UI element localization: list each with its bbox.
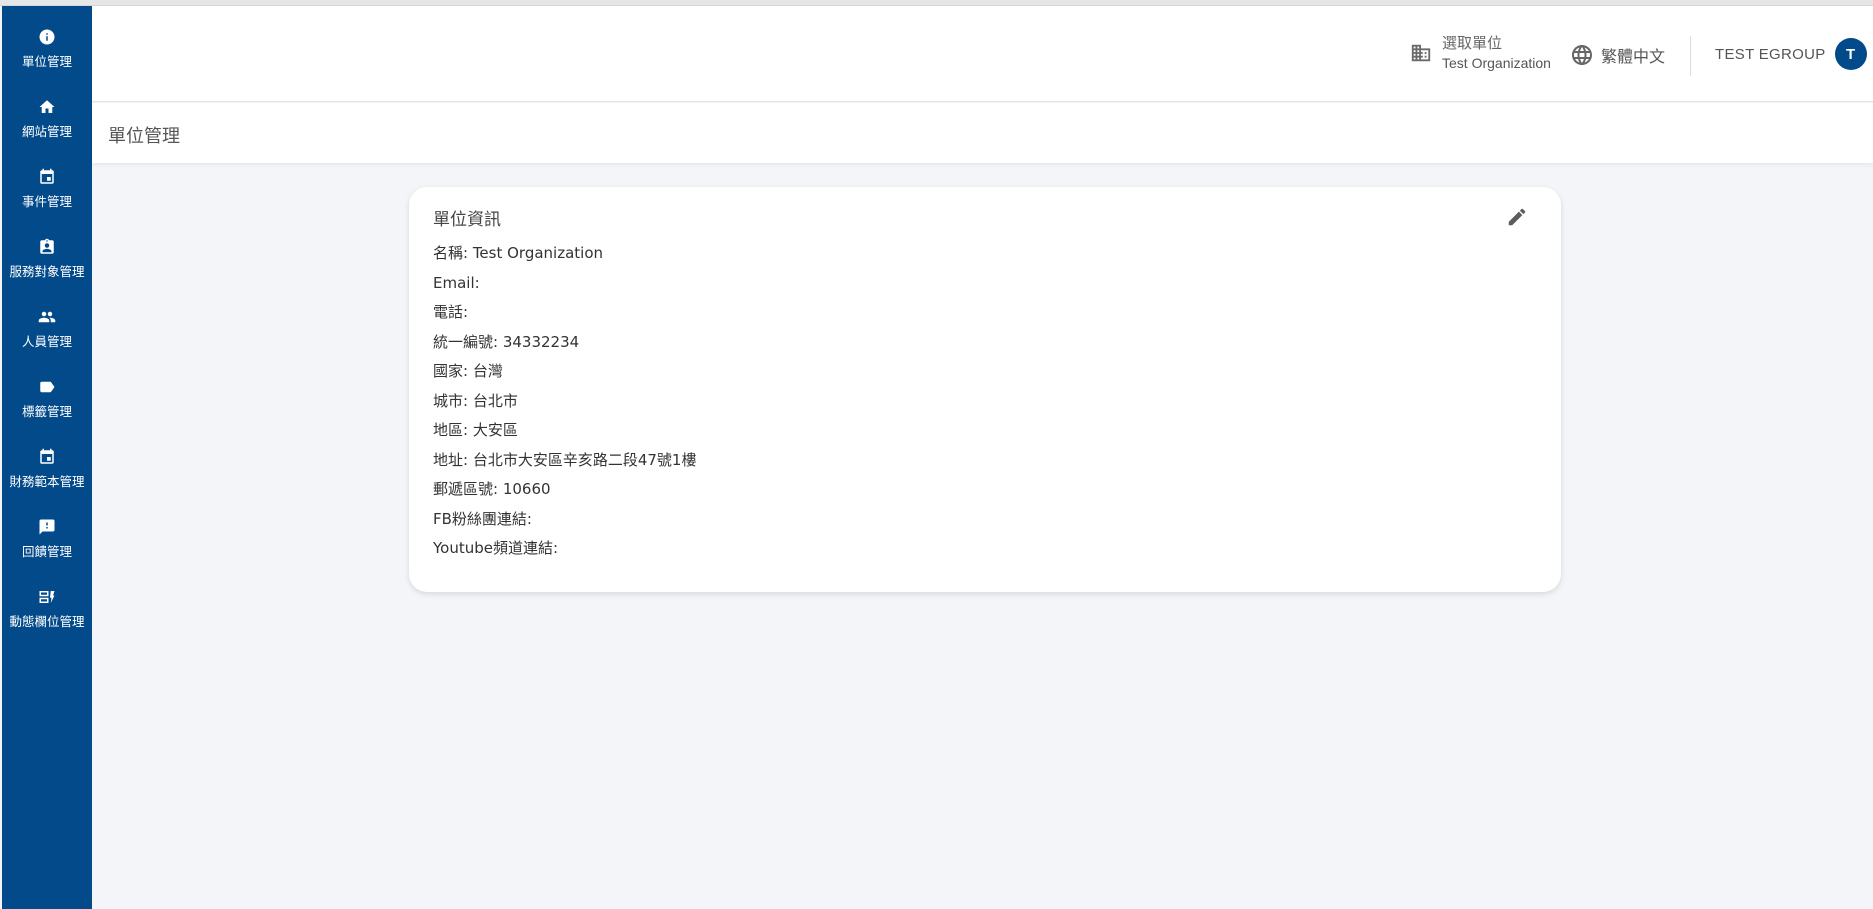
selected-organization-name: Test Organization	[1442, 55, 1551, 71]
top-header: 選取單位 Test Organization 繁體中文 TEST EGROUP …	[92, 6, 1873, 102]
info-city: 城市: 台北市	[433, 391, 518, 410]
sidebar-item-label: 事件管理	[21, 194, 72, 209]
page-header: 單位管理	[92, 103, 1873, 163]
sidebar-item-events[interactable]: 事件管理	[2, 154, 92, 224]
header-divider	[1690, 36, 1691, 76]
sidebar-item-finance-templates[interactable]: 財務範本管理	[2, 434, 92, 504]
organization-selector[interactable]: 選取單位 Test Organization	[1410, 34, 1551, 72]
sidebar: 單位管理 網站管理 事件管理 服務對象管理 人員管理 標籤管理 財務範本管理 回…	[2, 6, 92, 909]
sidebar-item-label: 動態欄位管理	[9, 614, 85, 629]
user-menu[interactable]: TEST EGROUP T	[1715, 38, 1867, 70]
language-selector[interactable]: 繁體中文	[1570, 43, 1665, 67]
info-address: 地址: 台北市大安區辛亥路二段47號1樓	[433, 450, 697, 469]
avatar[interactable]: T	[1834, 38, 1867, 70]
info-icon	[39, 29, 55, 45]
info-country: 國家: 台灣	[433, 362, 503, 380]
card-title: 單位資訊	[433, 210, 501, 230]
people-icon	[38, 311, 56, 323]
page-title: 單位管理	[108, 126, 180, 147]
sidebar-item-label: 單位管理	[21, 54, 72, 69]
info-district: 地區: 大安區	[433, 421, 518, 439]
sidebar-item-staff[interactable]: 人員管理	[2, 294, 92, 364]
info-list: 名稱: Test Organization Email: 電話: 統一編號: 3…	[433, 243, 696, 568]
globe-icon	[1572, 45, 1592, 65]
sidebar-item-organization[interactable]: 單位管理	[2, 14, 92, 84]
edit-button[interactable]	[1502, 202, 1532, 232]
sidebar-item-label: 服務對象管理	[9, 264, 85, 279]
organization-selector-label: 選取單位	[1442, 34, 1503, 52]
building-icon	[1411, 44, 1431, 62]
sidebar-item-feedback[interactable]: 回饋管理	[2, 504, 92, 574]
info-phone: 電話:	[433, 303, 469, 321]
sidebar-item-label: 財務範本管理	[9, 474, 85, 489]
sidebar-item-label: 標籤管理	[21, 404, 72, 419]
sidebar-item-service-targets[interactable]: 服務對象管理	[2, 224, 92, 294]
home-icon	[39, 100, 55, 113]
info-postal-code: 郵遞區號: 10660	[433, 480, 551, 498]
badge-icon	[40, 238, 54, 254]
info-facebook-link: FB粉絲團連結:	[433, 509, 532, 528]
sidebar-item-website[interactable]: 網站管理	[2, 84, 92, 154]
sidebar-item-label: 回饋管理	[21, 544, 72, 559]
calendar-icon	[40, 168, 54, 184]
organization-info-card: 單位資訊 名稱: Test Organization Email: 電話: 統一…	[409, 187, 1561, 592]
sidebar-item-dynamic-fields[interactable]: 動態欄位管理	[2, 574, 92, 644]
dynamic-fields-icon	[39, 591, 55, 603]
user-name: TEST EGROUP	[1715, 45, 1826, 63]
info-youtube-link: Youtube頻道連結:	[433, 539, 559, 557]
sidebar-item-label: 網站管理	[21, 124, 72, 139]
language-label: 繁體中文	[1601, 47, 1666, 66]
pencil-icon	[1508, 208, 1526, 226]
label-icon	[40, 381, 55, 393]
info-tax-id: 統一編號: 34332234	[433, 332, 580, 351]
info-email: Email:	[433, 273, 480, 292]
sidebar-item-label: 人員管理	[21, 334, 72, 349]
info-name: 名稱: Test Organization	[433, 244, 604, 262]
sidebar-item-tags[interactable]: 標籤管理	[2, 364, 92, 434]
calendar-icon	[40, 448, 54, 464]
feedback-icon	[39, 519, 55, 535]
